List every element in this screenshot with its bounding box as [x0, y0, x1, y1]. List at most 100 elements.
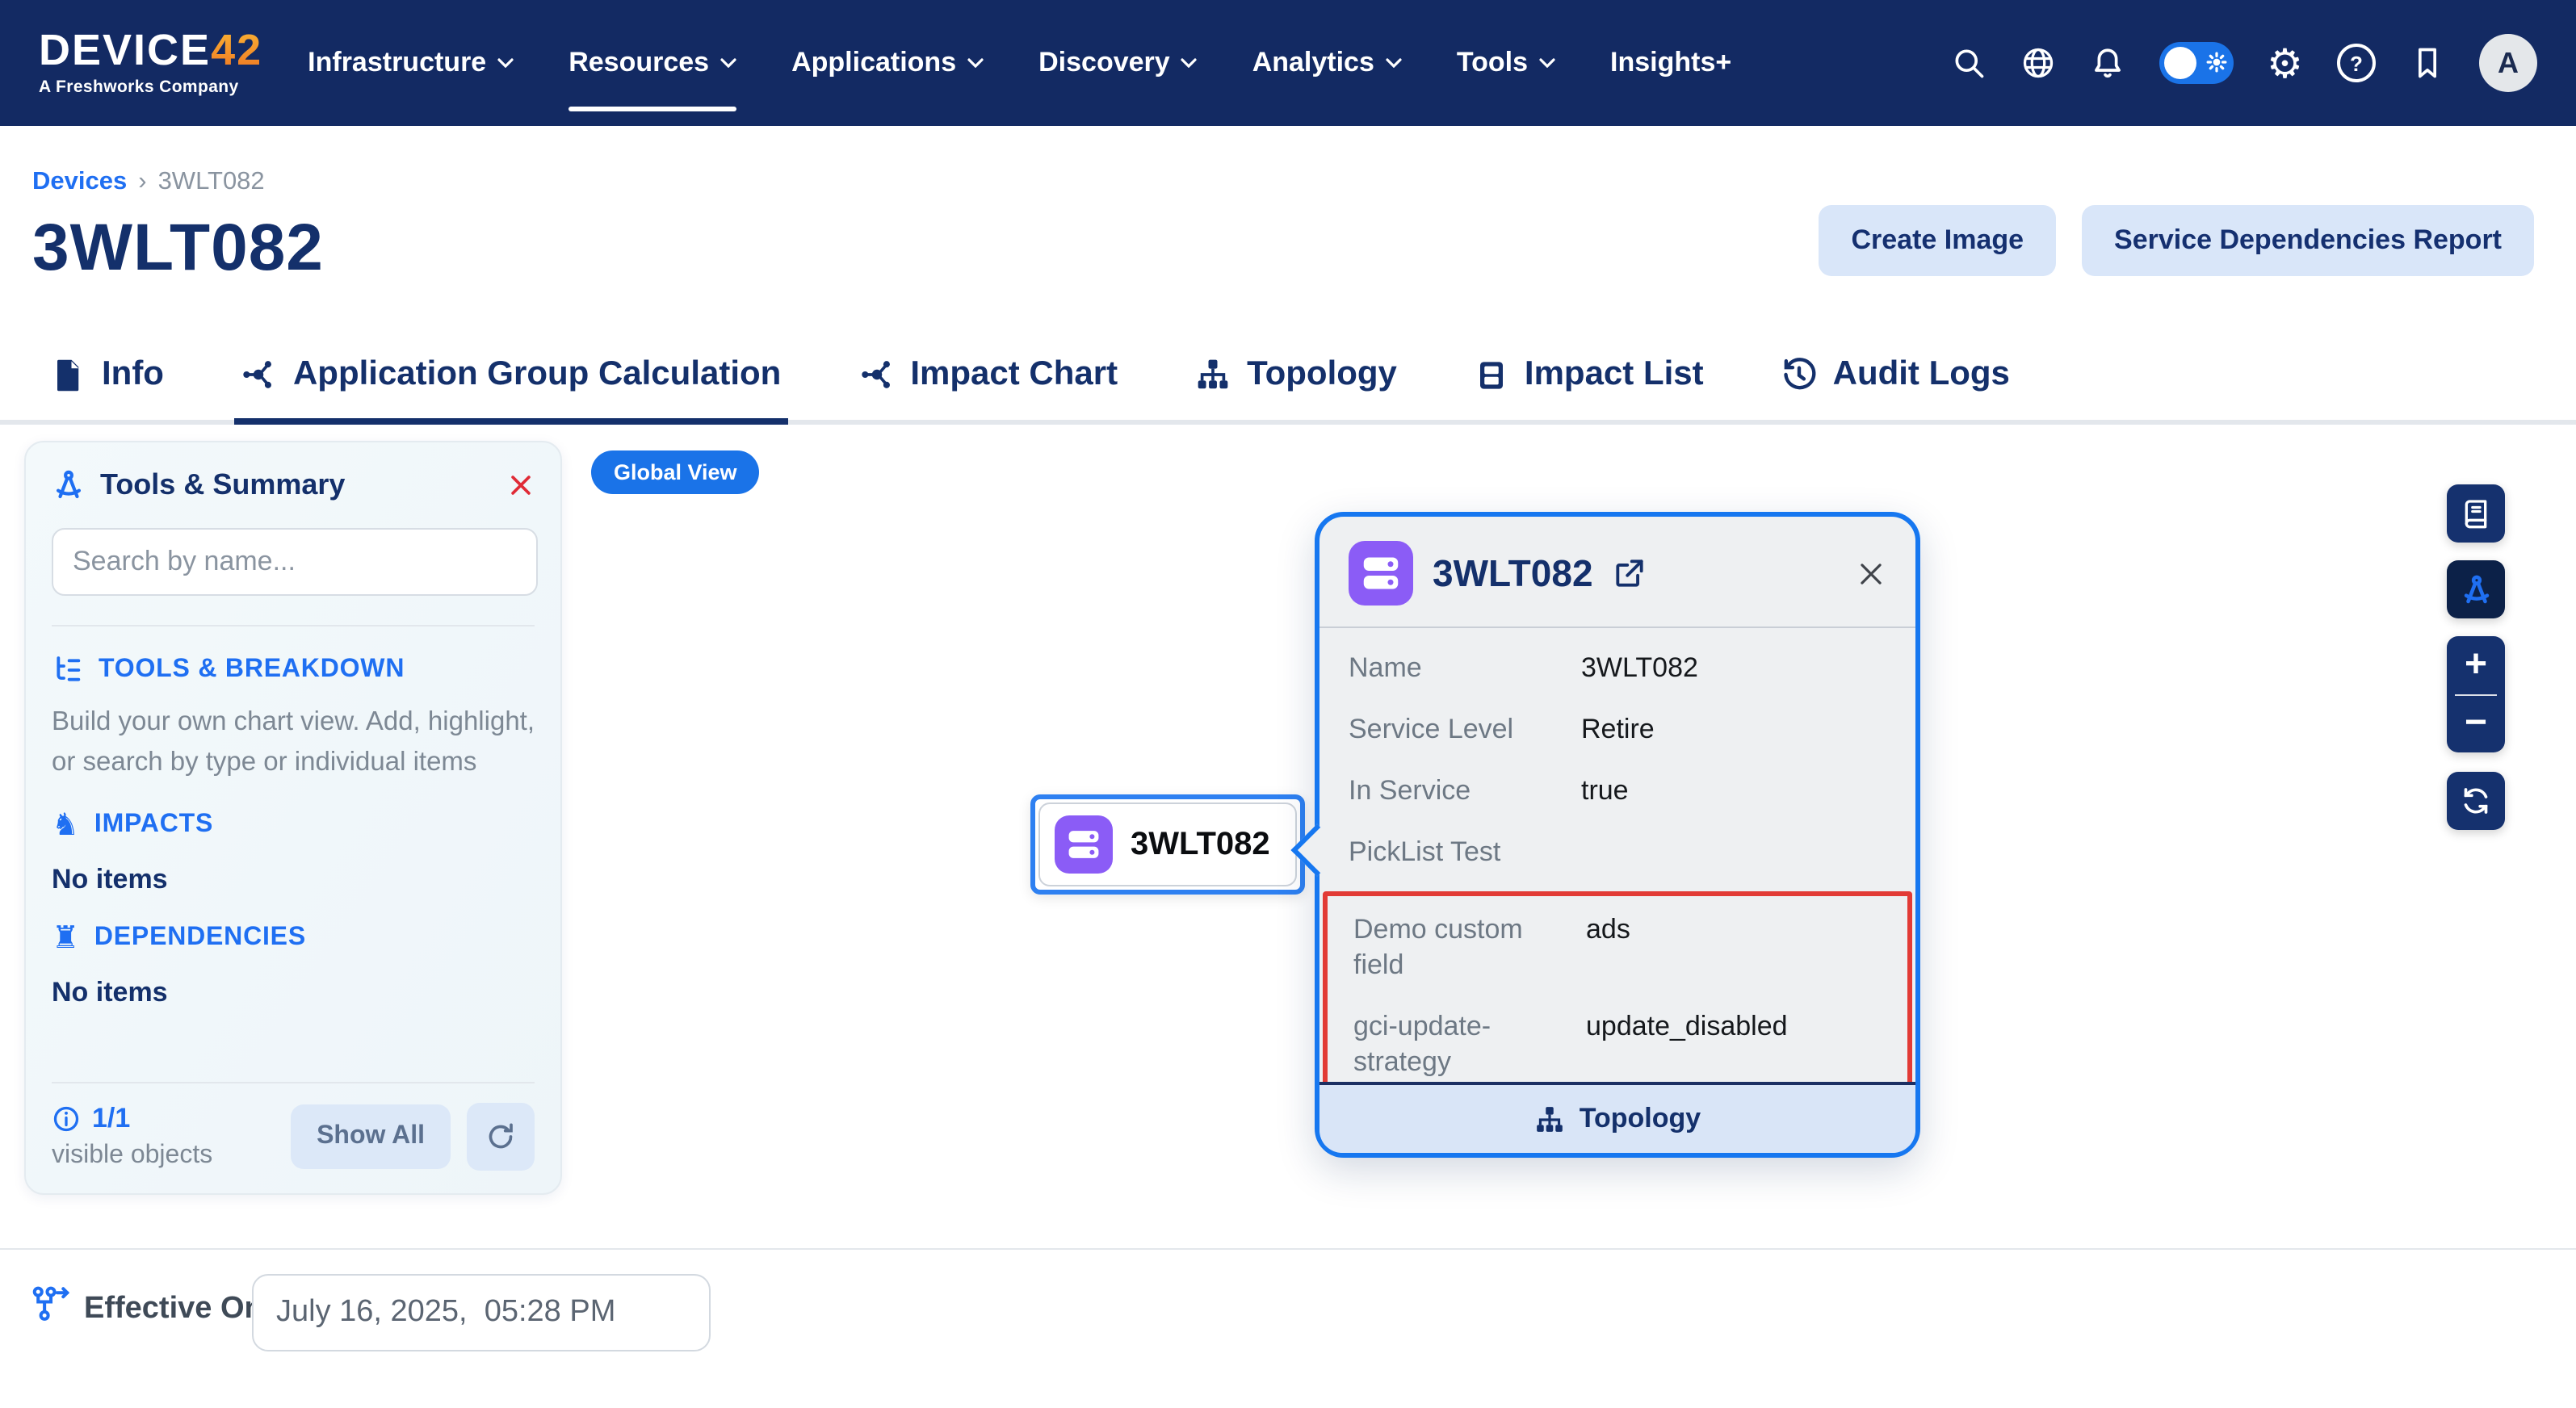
drafting-compass-icon — [2459, 572, 2493, 606]
search-icon[interactable] — [1950, 45, 1986, 81]
topology-icon — [1195, 357, 1231, 392]
show-all-button[interactable]: Show All — [291, 1104, 451, 1169]
theme-toggle[interactable] — [2159, 42, 2233, 84]
nav-item-applications[interactable]: Applications — [791, 0, 984, 126]
section-heading-label: TOOLS & BREAKDOWN — [99, 656, 405, 685]
nav-item-tools[interactable]: Tools — [1457, 0, 1555, 126]
tab-info[interactable]: Info — [45, 336, 170, 425]
breadcrumb-separator: › — [138, 168, 146, 197]
tools-summary-toggle-button[interactable] — [2447, 560, 2505, 618]
visible-objects-count: 1/1 — [92, 1103, 130, 1135]
nav-item-label: Insights+ — [1610, 47, 1731, 79]
impacts-heading: ♞ IMPACTS — [52, 810, 535, 840]
nav-item-resources[interactable]: Resources — [568, 0, 736, 126]
tools-summary-panel: Tools & Summary TOOLS & BREAKDOWN Build … — [24, 441, 562, 1195]
help-icon[interactable]: ? — [2337, 44, 2376, 82]
refresh-icon — [485, 1121, 517, 1153]
device-node[interactable]: 3WLT082 — [1030, 794, 1306, 895]
share-network-icon — [241, 357, 277, 392]
nav-item-label: Analytics — [1252, 47, 1374, 79]
zoom-control: + − — [2447, 636, 2505, 752]
close-icon[interactable] — [507, 471, 535, 499]
zoom-in-button[interactable]: + — [2447, 636, 2505, 694]
search-input[interactable] — [52, 528, 538, 596]
dependencies-empty-state: No items — [52, 976, 535, 1008]
detail-label: Service Level — [1349, 712, 1562, 748]
detail-row-in-service: In Service true — [1319, 761, 1915, 822]
detail-label: PickList Test — [1349, 835, 1562, 870]
popup-header: 3WLT082 — [1319, 517, 1915, 628]
section-heading-label: IMPACTS — [94, 811, 213, 840]
tab-label: Topology — [1247, 355, 1397, 394]
popup-body: Name 3WLT082 Service Level Retire In Ser… — [1319, 628, 1915, 1111]
sync-icon — [2460, 785, 2492, 817]
page-actions: Create Image Service Dependencies Report — [1819, 205, 2534, 276]
detail-row-picklist-test: PickList Test — [1319, 822, 1915, 883]
impact-list-icon — [1475, 358, 1508, 392]
knight-icon: ♞ — [52, 810, 80, 840]
nav-item-infrastructure[interactable]: Infrastructure — [308, 0, 514, 126]
avatar-letter: A — [2498, 46, 2519, 80]
create-image-button[interactable]: Create Image — [1819, 205, 2056, 276]
info-icon — [52, 1104, 81, 1134]
nav-item-analytics[interactable]: Analytics — [1252, 0, 1402, 126]
logo[interactable]: DEVICE 42 A Freshworks Company — [39, 30, 262, 97]
gear-icon[interactable]: ⚙ — [2267, 43, 2303, 83]
recalculate-button[interactable] — [2447, 772, 2505, 830]
close-icon[interactable] — [1856, 558, 1886, 589]
section-heading-label: DEPENDENCIES — [94, 924, 306, 953]
popup-title: 3WLT082 — [1433, 551, 1593, 595]
tab-topology[interactable]: Topology — [1189, 336, 1403, 425]
nav-item-insights-plus[interactable]: Insights+ — [1610, 0, 1731, 126]
chevron-down-icon — [967, 58, 984, 68]
refresh-button[interactable] — [467, 1103, 535, 1171]
detail-value: ads — [1586, 912, 1630, 948]
nav-item-label: Resources — [568, 47, 709, 79]
tools-breakdown-heading: TOOLS & BREAKDOWN — [52, 654, 535, 686]
nav-item-label: Infrastructure — [308, 47, 486, 79]
tab-bar: Info Application Group Calculation Impac… — [0, 336, 2576, 425]
dependencies-heading: ♜ DEPENDENCIES — [52, 923, 535, 953]
divider — [0, 1248, 2576, 1250]
share-network-icon — [858, 357, 894, 392]
server-icon — [1349, 541, 1413, 606]
tab-application-group-calculation[interactable]: Application Group Calculation — [235, 336, 787, 425]
sun-icon — [2205, 52, 2226, 73]
nav-item-label: Tools — [1457, 47, 1528, 79]
avatar[interactable]: A — [2479, 34, 2537, 92]
legend-button[interactable] — [2447, 484, 2505, 543]
global-view-badge: Global View — [591, 450, 760, 494]
external-link-icon[interactable] — [1613, 555, 1648, 591]
breadcrumb: Devices › 3WLT082 — [32, 168, 265, 197]
tab-audit-logs[interactable]: Audit Logs — [1775, 336, 2016, 425]
nav-item-label: Applications — [791, 47, 956, 79]
list-tree-icon — [52, 654, 84, 686]
popup-footer-label: Topology — [1580, 1103, 1701, 1135]
breadcrumb-devices-link[interactable]: Devices — [32, 168, 127, 197]
device-node-label: 3WLT082 — [1131, 826, 1270, 863]
tab-label: Audit Logs — [1833, 355, 2010, 394]
tab-label: Impact List — [1525, 355, 1704, 394]
custom-fields-highlight-box: Demo custom field ads gci-update-strateg… — [1323, 891, 1912, 1111]
chevron-down-icon — [1181, 58, 1198, 68]
chevron-down-icon — [497, 58, 514, 68]
topology-icon — [1534, 1104, 1565, 1134]
nav-item-discovery[interactable]: Discovery — [1038, 0, 1198, 126]
bell-icon[interactable] — [2089, 45, 2125, 81]
chevron-down-icon — [720, 58, 736, 68]
book-icon — [2460, 497, 2492, 530]
tab-impact-list[interactable]: Impact List — [1468, 336, 1710, 425]
service-dependencies-report-button[interactable]: Service Dependencies Report — [2082, 205, 2534, 276]
logo-wordmark: DEVICE 42 — [39, 30, 262, 73]
zoom-out-button[interactable]: − — [2447, 695, 2505, 752]
logo-accent: 42 — [211, 30, 262, 73]
chevron-down-icon — [1386, 58, 1402, 68]
tab-impact-chart[interactable]: Impact Chart — [852, 336, 1124, 425]
globe-icon[interactable] — [2020, 45, 2055, 81]
effective-on-datetime-input[interactable] — [252, 1274, 711, 1351]
detail-label: gci-update-strategy — [1353, 1009, 1567, 1080]
bookmark-icon[interactable] — [2410, 45, 2445, 81]
page-title: 3WLT082 — [32, 210, 324, 286]
device-detail-popup: 3WLT082 Name 3WLT082 Service Level Retir… — [1315, 512, 1920, 1158]
popup-topology-button[interactable]: Topology — [1319, 1082, 1915, 1153]
